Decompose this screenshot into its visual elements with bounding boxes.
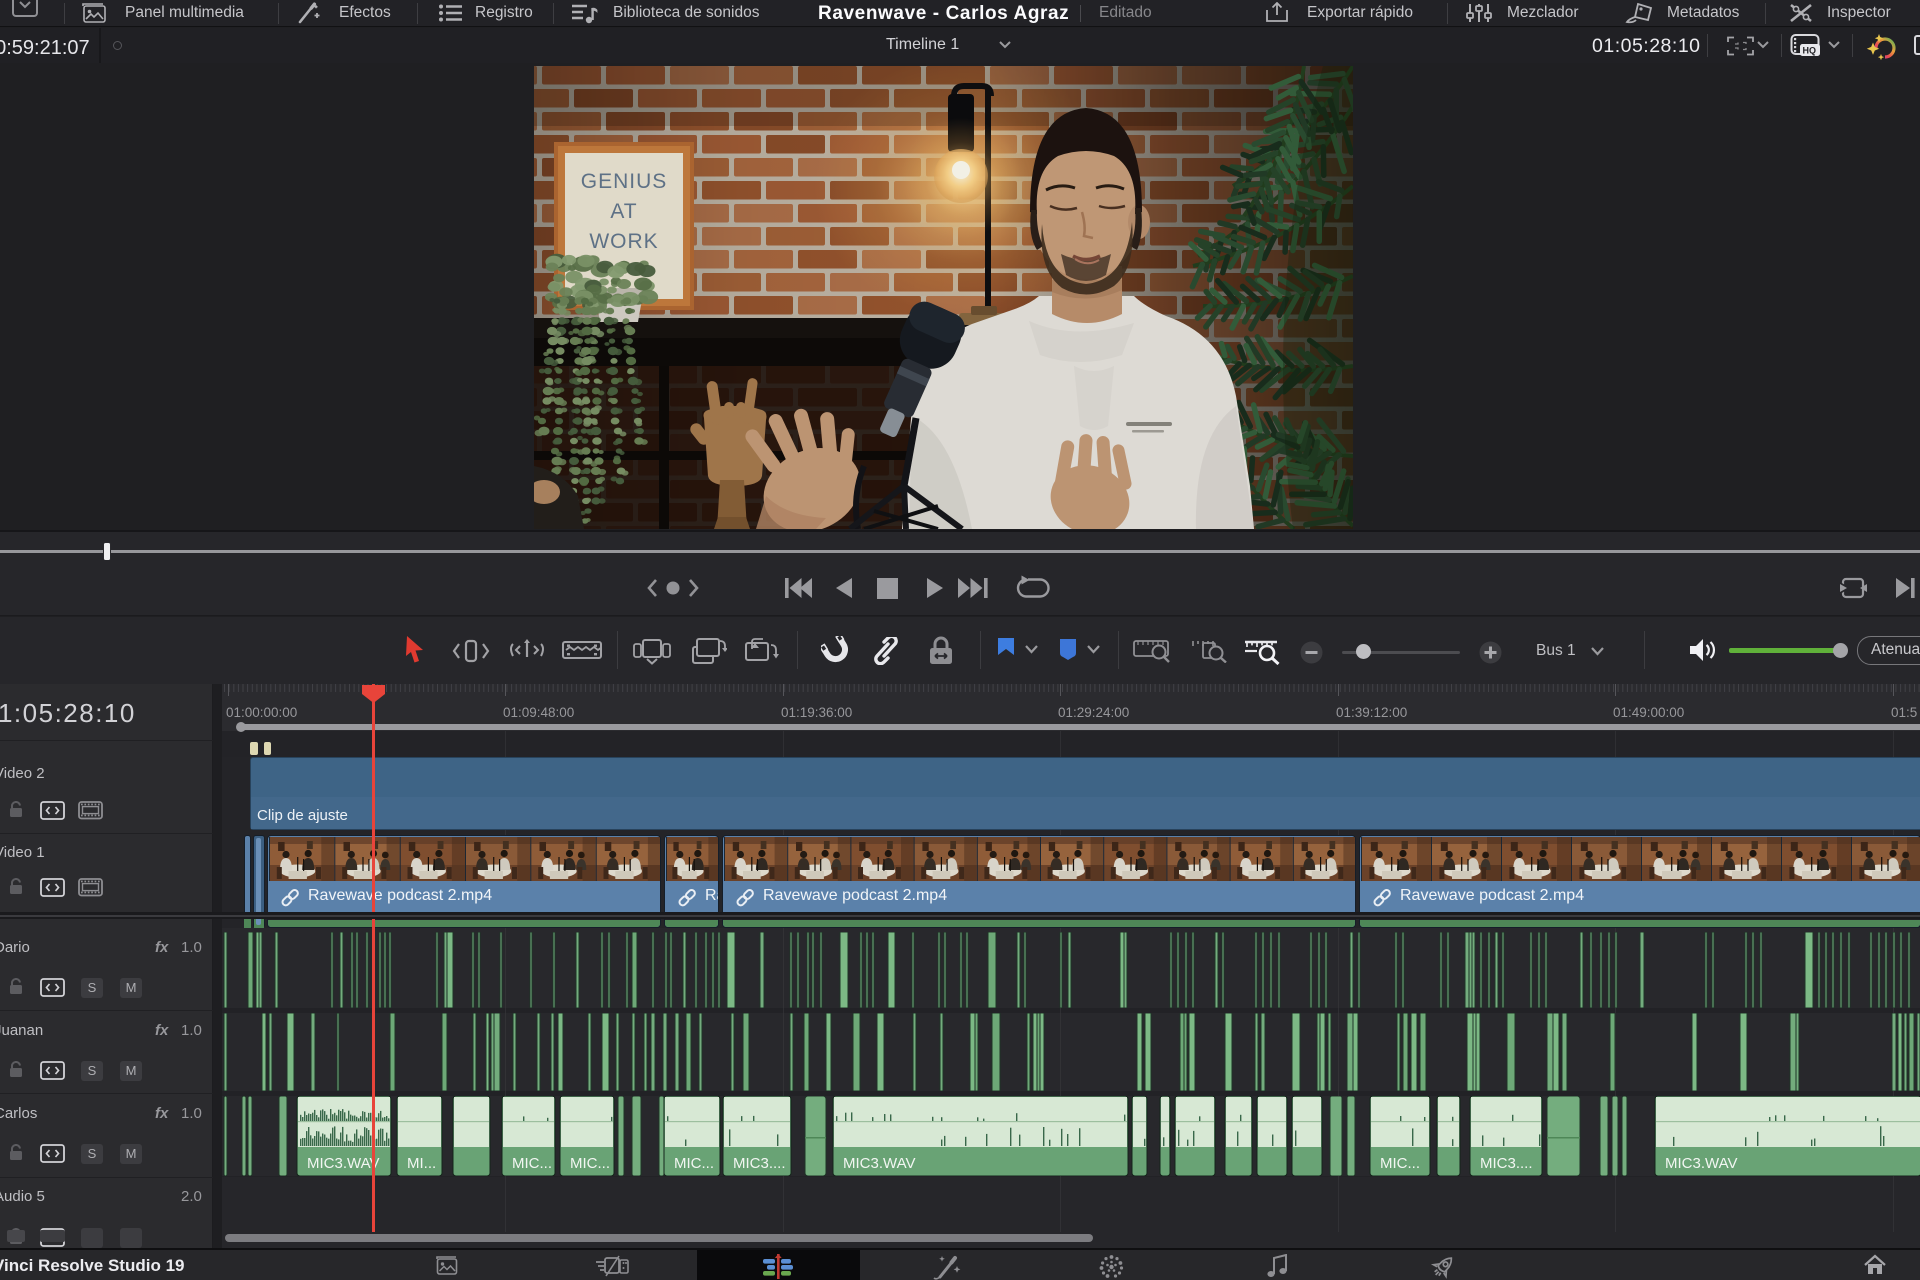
svg-text:MIC3.WAV: MIC3.WAV [307, 1155, 380, 1172]
svg-text:MIC...: MIC... [570, 1155, 610, 1172]
svg-text:MIC...: MIC... [512, 1155, 552, 1172]
svg-text:MI...: MI... [407, 1155, 436, 1172]
svg-text:MIC3.WAV: MIC3.WAV [843, 1155, 916, 1172]
svg-text:MIC...: MIC... [1380, 1155, 1420, 1172]
svg-text:MIC3....: MIC3.... [733, 1155, 786, 1172]
svg-text:MIC3.WAV: MIC3.WAV [1665, 1155, 1738, 1172]
svg-text:HQ: HQ [1803, 46, 1817, 56]
svg-text:MIC...: MIC... [674, 1155, 714, 1172]
svg-text:MIC3....: MIC3.... [1480, 1155, 1533, 1172]
